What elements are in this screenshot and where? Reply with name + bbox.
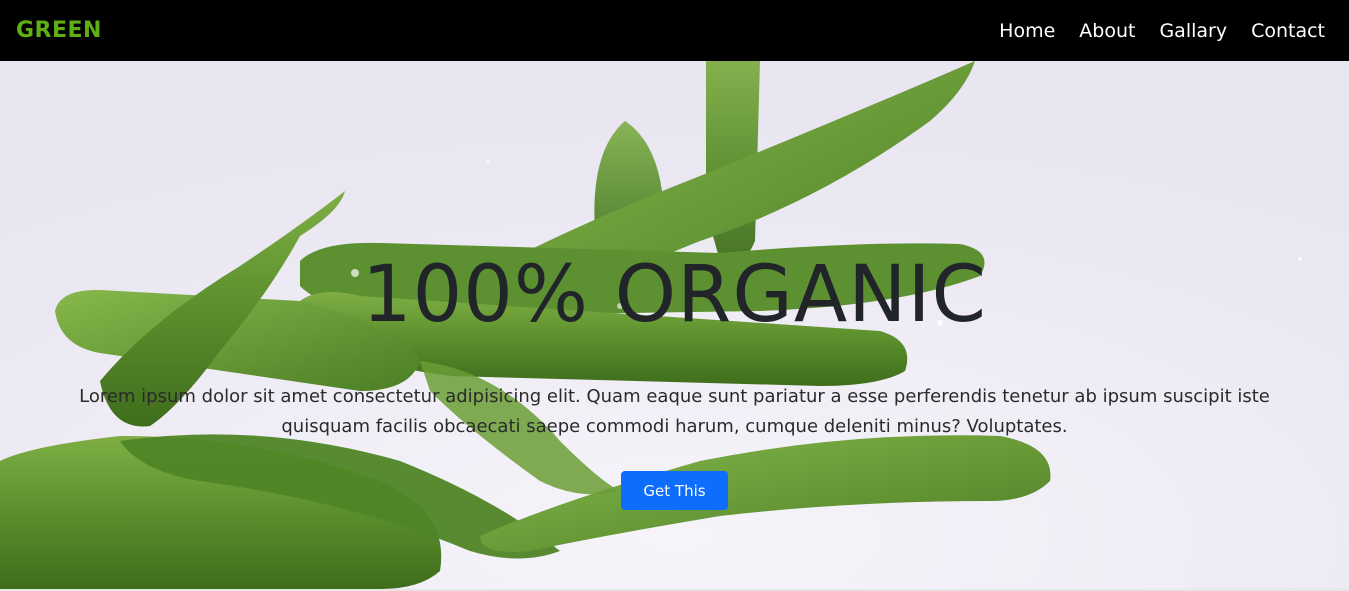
top-navbar: GREEN Home About Gallary Contact (0, 0, 1349, 61)
hero-description: Lorem ipsum dolor sit amet consectetur a… (79, 386, 1270, 437)
hero-section: 100% ORGANIC Lorem ipsum dolor sit amet … (0, 61, 1349, 589)
hero-content: 100% ORGANIC Lorem ipsum dolor sit amet … (0, 61, 1349, 589)
brand-logo[interactable]: GREEN (16, 18, 102, 43)
nav-link-gallary[interactable]: Gallary (1159, 20, 1227, 42)
nav-links: Home About Gallary Contact (975, 20, 1325, 42)
nav-link-about[interactable]: About (1079, 20, 1135, 42)
nav-link-home[interactable]: Home (999, 20, 1055, 42)
get-this-button[interactable]: Get This (621, 471, 728, 510)
hero-title: 100% ORGANIC (362, 250, 987, 340)
nav-link-contact[interactable]: Contact (1251, 20, 1325, 42)
